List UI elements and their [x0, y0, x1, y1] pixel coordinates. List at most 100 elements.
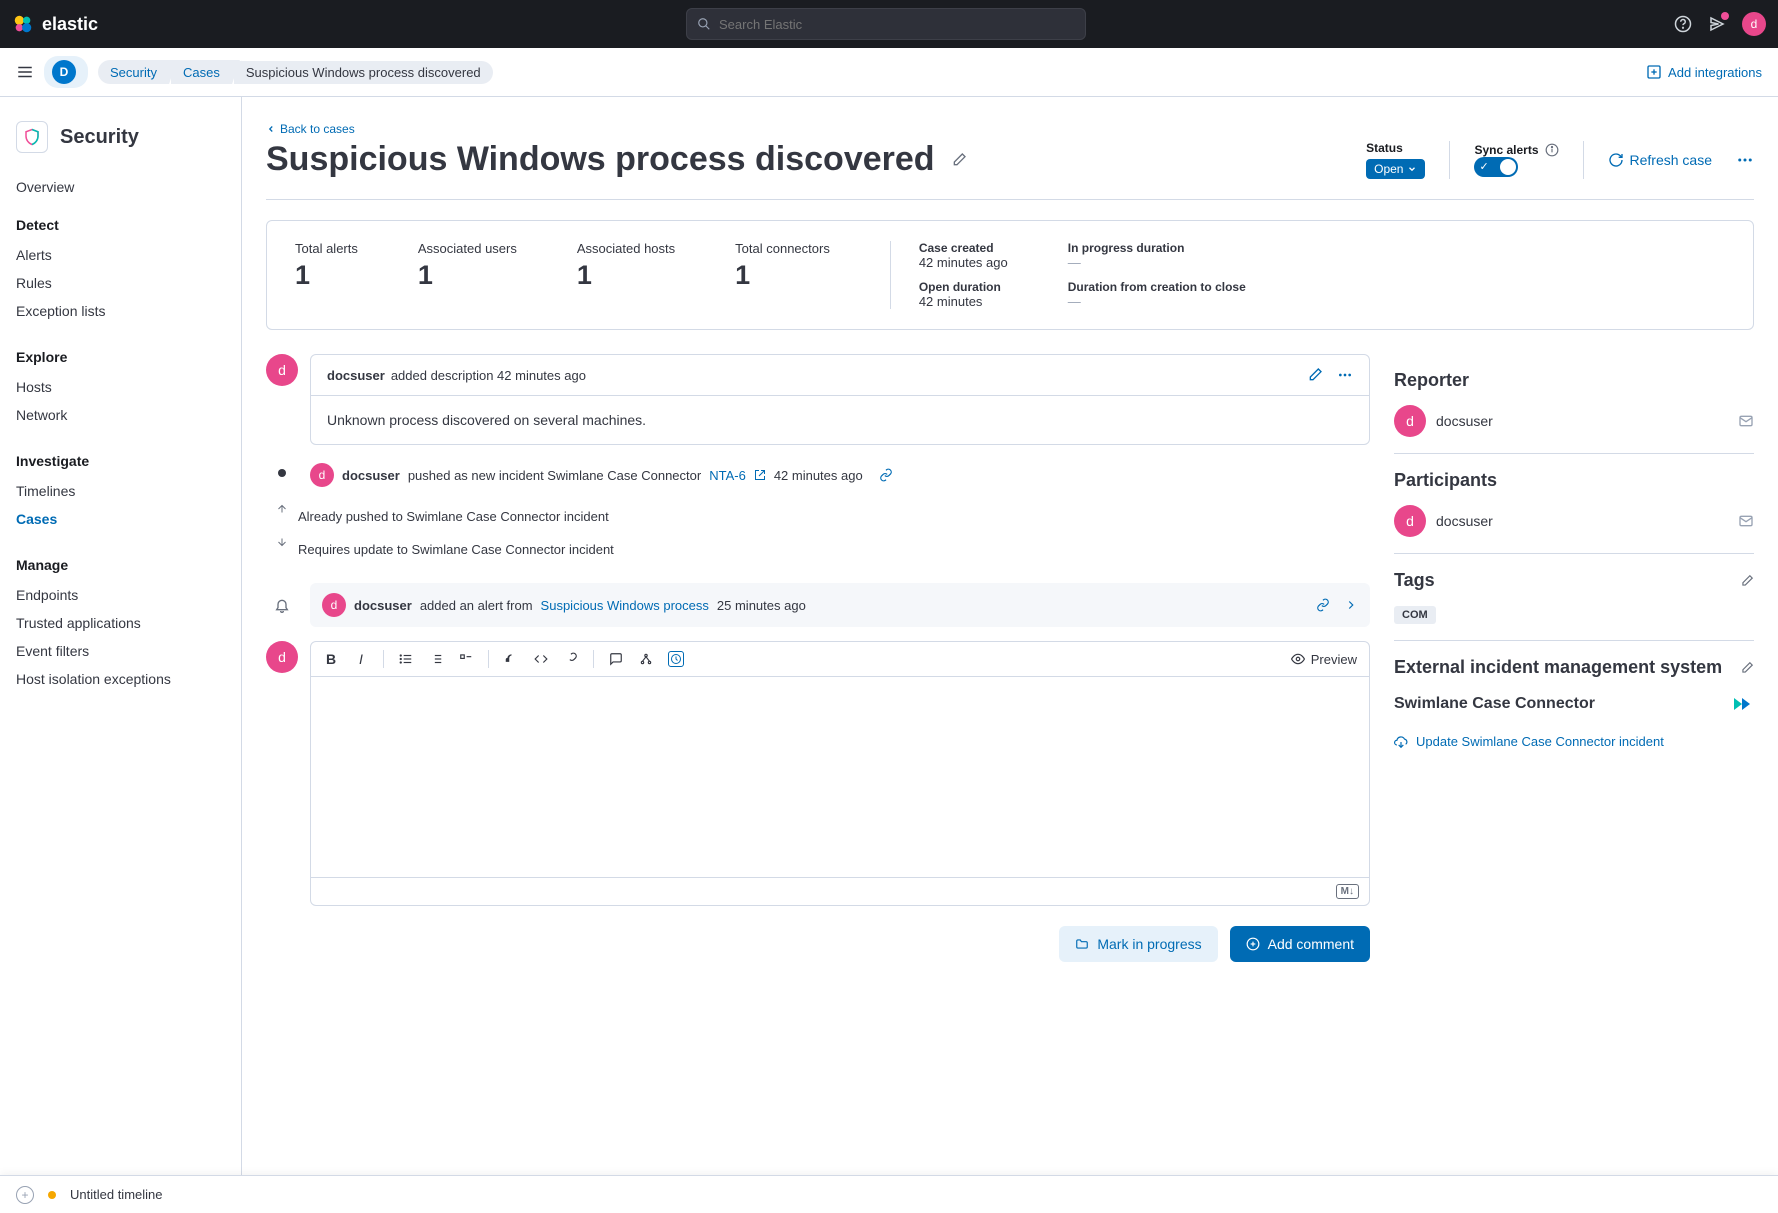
sidebar-item-cases[interactable]: Cases — [0, 505, 241, 533]
space-avatar: D — [52, 60, 76, 84]
link-icon[interactable] — [879, 468, 893, 482]
newsfeed-icon[interactable] — [1708, 15, 1726, 33]
italic-icon[interactable]: I — [353, 651, 369, 667]
ol-icon[interactable] — [428, 651, 444, 667]
breadcrumb-security[interactable]: Security — [110, 65, 157, 80]
edit-tags-icon[interactable] — [1740, 574, 1754, 588]
timeline-status-dot — [48, 1191, 56, 1199]
tag-chip[interactable]: COM — [1394, 606, 1436, 624]
sync-label: Sync alerts — [1474, 143, 1538, 157]
stat-users-value: 1 — [418, 260, 517, 291]
comment-tool-icon[interactable] — [608, 651, 624, 667]
description-body: Unknown process discovered on several ma… — [311, 395, 1369, 444]
timeline-dot — [278, 469, 286, 477]
connector-name: Swimlane Case Connector — [1394, 695, 1595, 713]
more-actions-icon[interactable] — [1736, 151, 1754, 169]
sidebar-title: Security — [60, 126, 139, 149]
logo-text: elastic — [42, 14, 98, 35]
checklist-icon[interactable] — [458, 651, 474, 667]
activity-avatar: d — [266, 354, 298, 386]
stat-alerts-value: 1 — [295, 260, 358, 291]
insert-icon[interactable] — [638, 651, 654, 667]
comment-avatar: d — [266, 641, 298, 673]
sidebar: Security Overview Detect Alerts Rules Ex… — [0, 97, 242, 1175]
info-icon[interactable] — [1545, 143, 1559, 157]
comment-editor: B I — [310, 641, 1370, 906]
timeline-tool-icon[interactable] — [668, 651, 684, 667]
swimlane-logo-icon — [1730, 692, 1754, 716]
sidebar-item-host-isolation[interactable]: Host isolation exceptions — [0, 665, 241, 693]
reporter-avatar: d — [1394, 405, 1426, 437]
description-card: docsuser added description 42 minutes ag… — [310, 354, 1370, 445]
sidebar-item-exception-lists[interactable]: Exception lists — [0, 297, 241, 325]
sidebar-item-timelines[interactable]: Timelines — [0, 477, 241, 505]
mail-icon[interactable] — [1738, 513, 1754, 529]
elastic-logo[interactable]: elastic — [12, 13, 98, 35]
ul-icon[interactable] — [398, 651, 414, 667]
breadcrumb-bar: D Security Cases Suspicious Windows proc… — [0, 48, 1778, 97]
elastic-logo-icon — [12, 13, 34, 35]
sidebar-item-trusted-apps[interactable]: Trusted applications — [0, 609, 241, 637]
participants-title: Participants — [1394, 470, 1754, 491]
link-tool-icon[interactable] — [563, 651, 579, 667]
refresh-case-button[interactable]: Refresh case — [1608, 152, 1712, 168]
chevron-down-icon — [1407, 164, 1417, 174]
edit-icon[interactable] — [1307, 367, 1323, 383]
stat-hosts-label: Associated hosts — [577, 241, 675, 256]
link-icon[interactable] — [1316, 598, 1330, 612]
code-icon[interactable] — [533, 651, 549, 667]
preview-button[interactable]: Preview — [1291, 652, 1357, 667]
mark-in-progress-button[interactable]: Mark in progress — [1059, 926, 1217, 962]
help-icon[interactable] — [1674, 15, 1692, 33]
eye-icon — [1291, 652, 1305, 666]
add-integrations-link[interactable]: Add integrations — [1646, 64, 1762, 80]
search-input[interactable] — [719, 17, 1075, 32]
breadcrumb-cases[interactable]: Cases — [183, 65, 220, 80]
quote-icon[interactable] — [503, 651, 519, 667]
sidebar-item-network[interactable]: Network — [0, 401, 241, 429]
nav-toggle-icon[interactable] — [16, 63, 34, 81]
sidebar-item-rules[interactable]: Rules — [0, 269, 241, 297]
desc-event-text: added description 42 minutes ago — [391, 368, 586, 383]
stat-connectors-label: Total connectors — [735, 241, 830, 256]
edit-title-icon[interactable] — [951, 152, 967, 168]
status-badge[interactable]: Open — [1366, 159, 1425, 179]
stat-connectors-value: 1 — [735, 260, 830, 291]
stat-opendur-value: 42 minutes — [919, 294, 1008, 309]
update-incident-button[interactable]: Update Swimlane Case Connector incident — [1394, 734, 1754, 749]
user-avatar[interactable]: d — [1742, 12, 1766, 36]
sidebar-item-event-filters[interactable]: Event filters — [0, 637, 241, 665]
sidebar-heading-explore: Explore — [0, 341, 241, 373]
space-chip[interactable]: D — [44, 56, 88, 88]
stat-closedur-value: — — [1068, 294, 1246, 309]
participant-avatar: d — [1394, 505, 1426, 537]
global-search[interactable] — [686, 8, 1086, 40]
tags-title: Tags — [1394, 570, 1435, 591]
chevron-left-icon — [266, 124, 276, 134]
add-timeline-icon[interactable]: + — [16, 1186, 34, 1204]
back-to-cases-link[interactable]: Back to cases — [266, 122, 355, 136]
push-incident-link[interactable]: NTA-6 — [709, 468, 746, 483]
bold-icon[interactable]: B — [323, 651, 339, 667]
timeline-bottom-bar[interactable]: + Untitled timeline — [0, 1175, 1778, 1213]
sidebar-item-hosts[interactable]: Hosts — [0, 373, 241, 401]
chevron-right-icon[interactable] — [1344, 598, 1358, 612]
add-comment-button[interactable]: Add comment — [1230, 926, 1370, 962]
already-pushed-text: Already pushed to Swimlane Case Connecto… — [298, 503, 609, 530]
activity-user: docsuser — [327, 368, 385, 383]
timeline-title[interactable]: Untitled timeline — [70, 1187, 163, 1202]
more-icon[interactable] — [1337, 367, 1353, 383]
stat-hosts-value: 1 — [577, 260, 675, 291]
edit-connector-icon[interactable] — [1740, 661, 1754, 675]
sync-toggle[interactable]: ✓ — [1474, 157, 1518, 177]
comment-textarea[interactable] — [311, 677, 1369, 877]
mail-icon[interactable] — [1738, 413, 1754, 429]
sidebar-item-endpoints[interactable]: Endpoints — [0, 581, 241, 609]
sidebar-item-overview[interactable]: Overview — [0, 173, 241, 201]
stat-closedur-label: Duration from creation to close — [1068, 280, 1246, 294]
security-app-icon — [16, 121, 48, 153]
search-icon — [697, 17, 711, 31]
alert-rule-link[interactable]: Suspicious Windows process — [541, 598, 709, 613]
breadcrumb-current: Suspicious Windows process discovered — [234, 61, 493, 84]
sidebar-item-alerts[interactable]: Alerts — [0, 241, 241, 269]
